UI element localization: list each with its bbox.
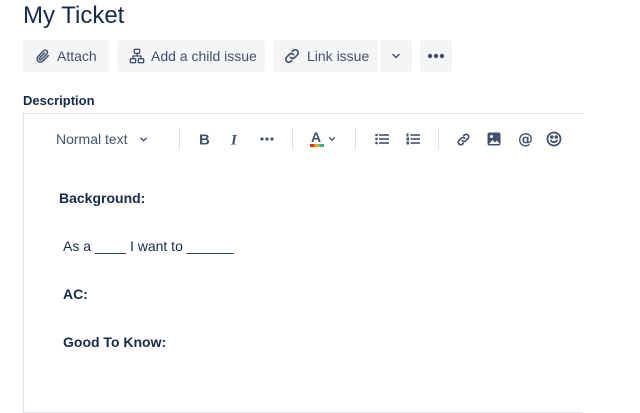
- emoji-button[interactable]: [546, 127, 570, 151]
- more-actions-button[interactable]: [420, 40, 452, 72]
- user-story-line: As a ____ I want to ______: [63, 238, 234, 254]
- link-icon: [457, 133, 469, 145]
- editor-toolbar: Normal text B I A @: [24, 114, 583, 162]
- svg-text:A: A: [311, 130, 321, 145]
- text-style-label: Normal text: [56, 131, 128, 147]
- text-color-button[interactable]: A: [306, 127, 340, 151]
- link-issue-label: Link issue: [307, 48, 370, 64]
- link-icon: [284, 48, 300, 64]
- more-icon: [427, 53, 445, 59]
- toolbar-separator: [355, 128, 356, 150]
- link-issue-button[interactable]: Link issue: [273, 40, 378, 72]
- bullet-list-icon: [375, 133, 389, 145]
- bold-icon: B: [199, 132, 210, 146]
- mention-button[interactable]: @: [514, 127, 538, 151]
- at-icon: @: [518, 131, 533, 147]
- numbered-list-button[interactable]: [401, 127, 425, 151]
- insert-link-button[interactable]: [451, 127, 475, 151]
- bold-button[interactable]: B: [192, 127, 216, 151]
- link-issue-dropdown-button[interactable]: [380, 40, 412, 72]
- paperclip-icon: [36, 49, 50, 63]
- heading-good-to-know: Good To Know:: [63, 334, 167, 350]
- add-child-issue-label: Add a child issue: [151, 48, 257, 64]
- text-color-icon: A: [309, 130, 324, 147]
- text-style-dropdown[interactable]: Normal text: [56, 127, 156, 151]
- toolbar-separator: [179, 128, 180, 150]
- svg-text:@: @: [518, 131, 533, 147]
- toolbar-separator: [438, 128, 439, 150]
- bullet-list-button[interactable]: [370, 127, 394, 151]
- chevron-down-icon: [139, 136, 147, 142]
- toolbar-separator: [292, 128, 293, 150]
- chevron-down-icon: [328, 137, 335, 141]
- heading-ac: AC:: [63, 286, 88, 302]
- emoji-icon: [546, 131, 562, 147]
- italic-button[interactable]: I: [223, 127, 247, 151]
- italic-icon: I: [230, 133, 238, 147]
- heading-background: Background:: [59, 190, 146, 206]
- description-label: Description: [23, 93, 95, 108]
- attach-label: Attach: [57, 48, 97, 64]
- image-icon: [487, 132, 501, 146]
- attach-button[interactable]: Attach: [23, 40, 109, 72]
- description-editor[interactable]: Normal text B I A @ Background: As a ___…: [23, 113, 583, 413]
- page-title: My Ticket: [23, 2, 125, 29]
- hierarchy-icon: [129, 48, 145, 64]
- add-child-issue-button[interactable]: Add a child issue: [117, 40, 265, 72]
- numbered-list-icon: [406, 133, 420, 145]
- insert-image-button[interactable]: [482, 127, 506, 151]
- svg-text:B: B: [199, 132, 210, 146]
- svg-text:I: I: [230, 133, 238, 147]
- chevron-down-icon: [392, 53, 400, 59]
- more-formatting-button[interactable]: [255, 127, 279, 151]
- more-icon: [260, 137, 274, 141]
